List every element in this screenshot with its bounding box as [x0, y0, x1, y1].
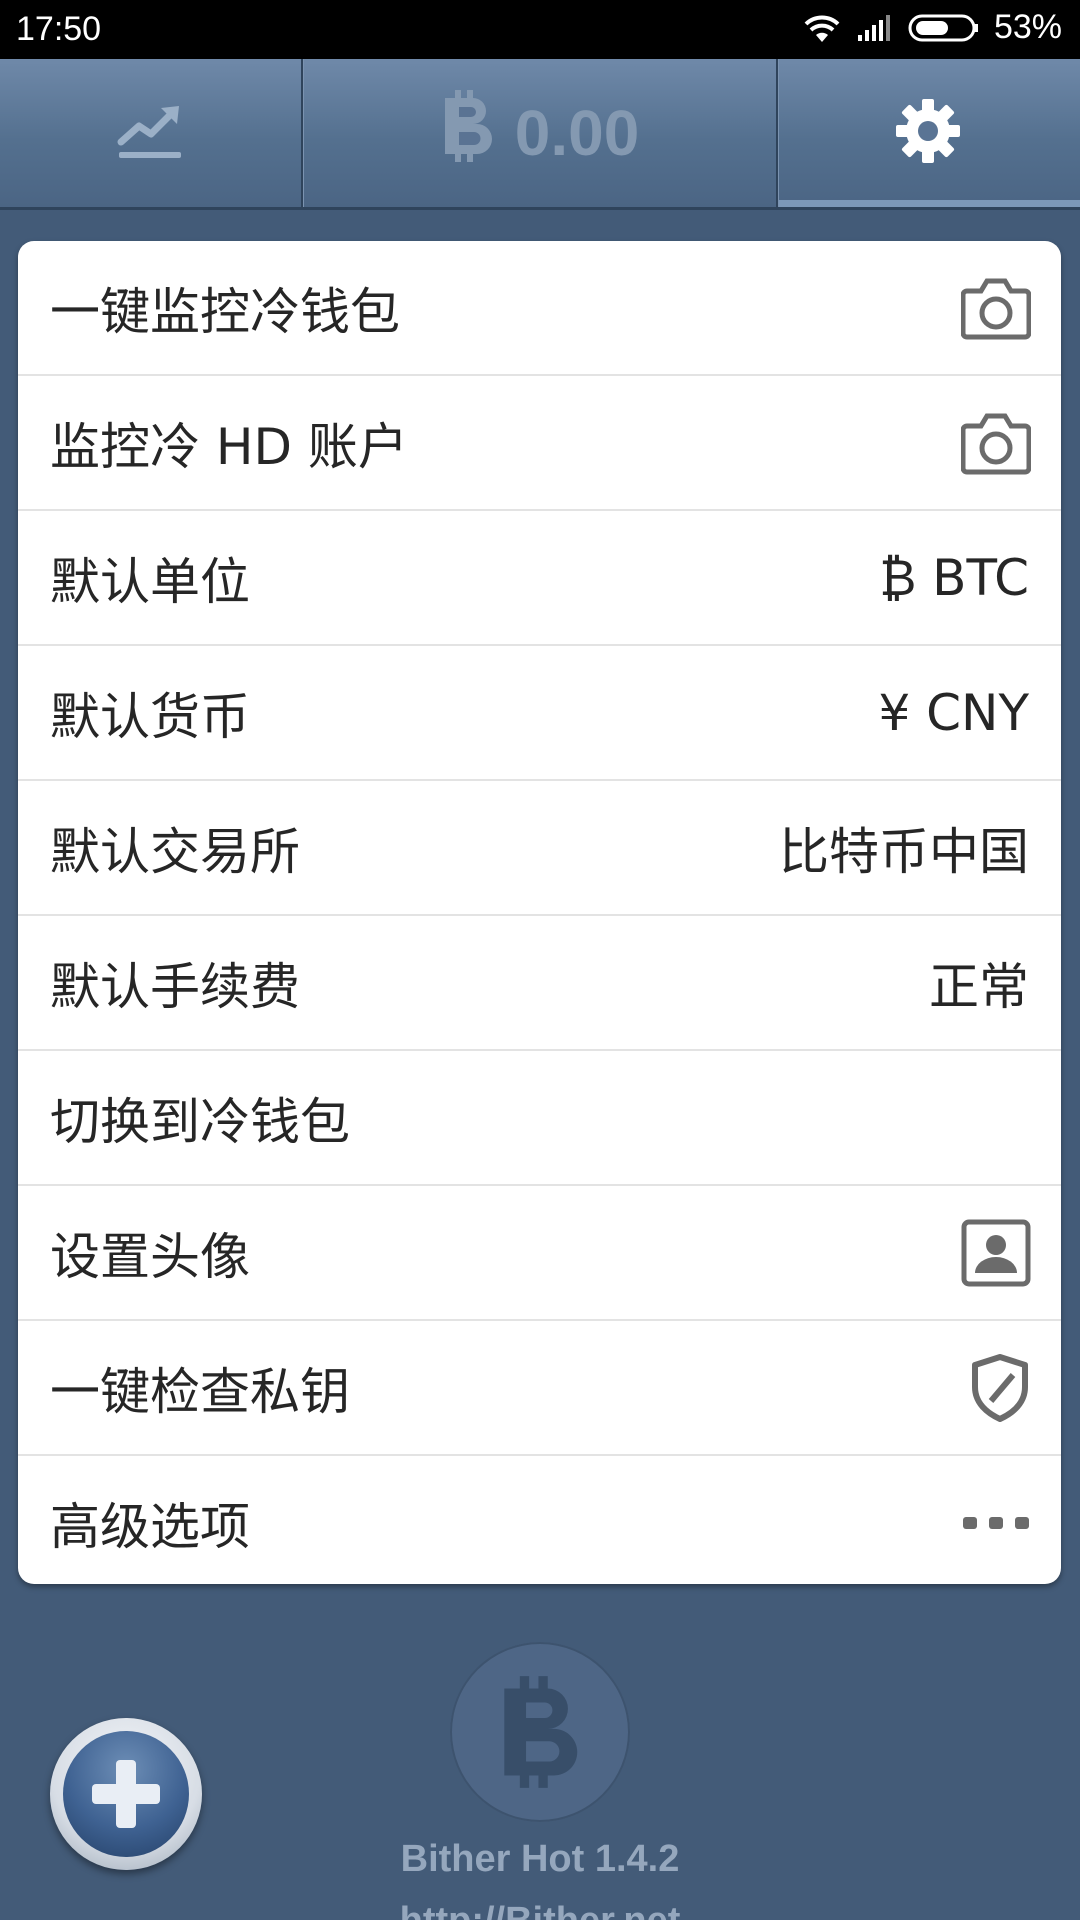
active-tab-indicator: [779, 200, 1080, 207]
setting-monitor-cold-hd[interactable]: 监控冷 HD 账户: [18, 376, 1061, 511]
setting-label: 切换到冷钱包: [50, 1092, 350, 1151]
balance-amount: 0.00: [514, 97, 640, 169]
setting-monitor-cold-wallet[interactable]: 一键监控冷钱包: [18, 241, 1061, 376]
app-url[interactable]: http://Bither.net: [0, 1900, 1080, 1920]
add-button[interactable]: [50, 1718, 202, 1870]
camera-icon: [961, 275, 1031, 341]
setting-label: 设置头像: [50, 1227, 250, 1286]
setting-default-exchange[interactable]: 默认交易所 比特币中国: [18, 781, 1061, 916]
chart-trend-icon: [115, 100, 187, 166]
setting-value: 正常: [929, 957, 1029, 1016]
setting-label: 一键检查私钥: [50, 1362, 350, 1421]
setting-default-fee[interactable]: 默认手续费 正常: [18, 916, 1061, 1051]
setting-value: 比特币中国: [779, 822, 1029, 881]
setting-label: 默认手续费: [50, 957, 300, 1016]
setting-label: 默认单位: [50, 552, 250, 611]
setting-switch-cold-wallet[interactable]: 切换到冷钱包: [18, 1051, 1061, 1186]
setting-advanced[interactable]: 高级选项: [18, 1456, 1061, 1584]
battery-icon: [908, 13, 980, 43]
setting-avatar[interactable]: 设置头像: [18, 1186, 1061, 1321]
settings-list: 一键监控冷钱包 监控冷 HD 账户 默认单位 ₿ BTC 默认货币 ¥ CNY …: [18, 241, 1061, 1584]
bitcoin-logo-icon: [450, 1642, 630, 1822]
top-tab-bar: 0.00: [0, 59, 1080, 210]
tab-market[interactable]: [0, 59, 302, 207]
setting-label: 默认货币: [50, 687, 250, 746]
setting-check-private-key[interactable]: 一键检查私钥: [18, 1321, 1061, 1456]
status-time: 17:50: [16, 10, 102, 48]
gear-icon: [894, 97, 962, 169]
battery-percent: 53%: [993, 8, 1062, 46]
tab-settings[interactable]: [776, 59, 1080, 207]
setting-label: 高级选项: [50, 1497, 250, 1556]
camera-icon: [961, 410, 1031, 476]
more-dots-icon: [961, 1514, 1031, 1532]
setting-default-currency[interactable]: 默认货币 ¥ CNY: [18, 646, 1061, 781]
status-bar: 17:50 53%: [0, 0, 1080, 59]
setting-label: 监控冷 HD 账户: [50, 417, 408, 476]
tab-balance[interactable]: 0.00: [302, 59, 776, 207]
balance-display: 0.00: [439, 88, 640, 179]
setting-default-unit[interactable]: 默认单位 ₿ BTC: [18, 511, 1061, 646]
setting-label: 默认交易所: [50, 822, 300, 881]
bitcoin-icon: [439, 88, 497, 179]
setting-value: ¥ CNY: [878, 683, 1029, 742]
avatar-icon: [961, 1219, 1031, 1287]
status-icons: 53%: [802, 8, 1062, 47]
setting-label: 一键监控冷钱包: [50, 282, 400, 341]
signal-icon: [856, 13, 894, 43]
setting-value: ₿ BTC: [879, 548, 1029, 607]
shield-icon: [969, 1353, 1031, 1423]
wifi-icon: [802, 12, 842, 44]
plus-icon: [63, 1731, 189, 1857]
